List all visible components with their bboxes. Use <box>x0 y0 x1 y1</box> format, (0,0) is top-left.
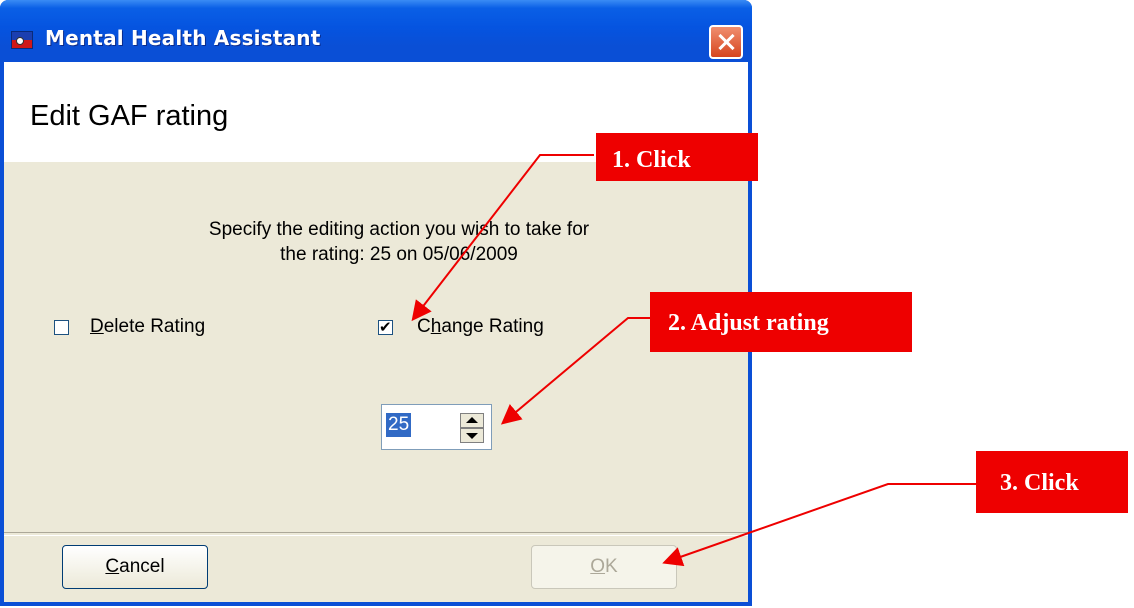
annotation-step-2: 2. Adjust rating <box>650 292 912 352</box>
annotation-arrows <box>411 154 978 567</box>
annotation-step-1: 1. Click <box>596 133 758 181</box>
arrow-step-2 <box>500 317 664 425</box>
arrow-step-1 <box>411 154 594 322</box>
annotation-step-3: 3. Click <box>976 451 1128 513</box>
arrow-step-3 <box>662 483 978 567</box>
